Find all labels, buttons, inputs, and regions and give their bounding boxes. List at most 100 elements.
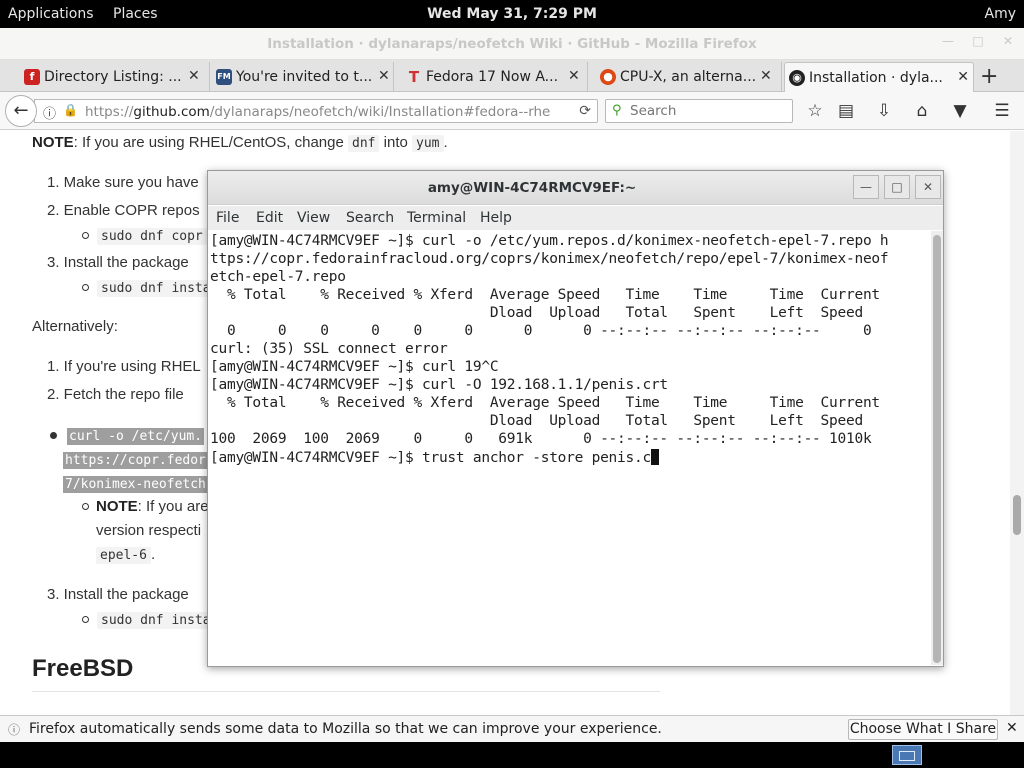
code-line: https://copr.fedor (63, 452, 208, 469)
notification-bar: ⓘ Firefox automatically sends some data … (0, 715, 1024, 742)
divider (32, 691, 660, 692)
url-text[interactable]: https://github.com/dylanaraps/neofetch/w… (85, 104, 565, 120)
search-input[interactable] (630, 103, 780, 119)
window-title: Installation · dylanaraps/neofetch Wiki … (267, 36, 757, 52)
github-icon: ◉ (789, 70, 805, 86)
tab-fedora-17[interactable]: T Fedora 17 Now A... (402, 62, 588, 92)
new-tab-icon[interactable]: + (980, 64, 998, 89)
download-icon[interactable]: ⇩ (873, 100, 895, 122)
bottom-panel (0, 742, 1024, 768)
menu-view[interactable]: View (297, 210, 330, 226)
terminal-line: [amy@WIN-4C74RMCV9EF ~]$ curl -o /etc/yu… (210, 233, 889, 249)
choose-what-i-share-button[interactable]: Choose What I Share (848, 719, 998, 740)
fedora-icon: f (24, 69, 40, 85)
reading-list-icon[interactable]: ▤ (835, 100, 857, 122)
info-icon[interactable]: ⓘ (43, 103, 56, 122)
top-panel: Applications Places Wed May 31, 7:29 PM … (0, 0, 1024, 28)
bookmark-star-icon[interactable]: ☆ (804, 100, 826, 122)
menu-terminal[interactable]: Terminal (407, 210, 466, 226)
tab-cpu-x[interactable]: ● CPU-X, an alterna... (596, 62, 782, 92)
menu-edit[interactable]: Edit (256, 210, 283, 226)
terminal-line: % Total % Received % Xferd Average Speed… (210, 287, 880, 303)
tab-close-icon[interactable]: ✕ (568, 68, 580, 84)
note-paragraph: NOTE: If you are using RHEL/CentOS, chan… (32, 134, 448, 152)
home-icon[interactable]: ⌂ (911, 100, 933, 122)
bullet (82, 232, 89, 239)
terminal-line: 100 2069 100 2069 0 0 691k 0 --:--:-- --… (210, 431, 872, 447)
menu-search[interactable]: Search (346, 210, 394, 226)
minimize-icon[interactable]: — (938, 34, 958, 52)
t-icon: T (408, 68, 420, 86)
terminal-menubar: File Edit View Search Terminal Help (208, 206, 943, 230)
back-button[interactable]: ← (5, 95, 37, 127)
tab-installation[interactable]: ◉ Installation · dyla... ✕ (784, 62, 974, 92)
list-item: 1. If you're using RHEL (47, 358, 201, 375)
menu-help[interactable]: Help (480, 210, 512, 226)
list-item: sudo dnf insta (97, 611, 215, 629)
bullet (50, 432, 57, 439)
terminal-titlebar[interactable]: amy@WIN-4C74RMCV9EF:~ — □ ✕ (208, 171, 943, 205)
workspace-switcher[interactable] (892, 745, 922, 765)
note-text: epel-6. (96, 546, 155, 564)
terminal-line: curl: (35) SSL connect error (210, 341, 448, 357)
menu-file[interactable]: File (216, 210, 239, 226)
terminal-line: [amy@WIN-4C74RMCV9EF ~]$ curl 19^C (210, 359, 499, 375)
code-line: curl -o /etc/yum. (67, 428, 205, 445)
list-item: 2. Fetch the repo file (47, 386, 184, 403)
terminal-line: % Total % Received % Xferd Average Speed… (210, 395, 880, 411)
minimize-icon[interactable]: — (853, 175, 879, 199)
terminal-line: etch-epel-7.repo (210, 269, 346, 285)
tab-close-icon[interactable]: ✕ (378, 68, 390, 84)
terminal-line: [amy@WIN-4C74RMCV9EF ~]$ curl -O 192.168… (210, 377, 668, 393)
scrollbar-thumb[interactable] (933, 235, 941, 663)
list-item: sudo dnf insta (97, 279, 215, 297)
terminal-line: Dload Upload Total Spent Left Speed (210, 413, 863, 429)
search-icon: ⚲ (612, 103, 622, 118)
list-item: 3. Install the package (47, 254, 189, 271)
window-thumbnail-icon (899, 751, 915, 761)
close-icon[interactable]: ✕ (915, 175, 941, 199)
terminal-prompt-line[interactable]: [amy@WIN-4C74RMCV9EF ~]$ trust anchor -s… (210, 449, 659, 467)
fm-icon: FM (216, 69, 232, 85)
maximize-icon[interactable]: □ (884, 175, 910, 199)
tab-close-icon[interactable]: ✕ (957, 69, 969, 85)
text-cursor (650, 449, 659, 465)
tab-close-icon[interactable]: ✕ (760, 68, 772, 84)
list-item: 3. Install the package (47, 586, 189, 603)
arrow-left-icon: ← (13, 100, 29, 121)
user-menu[interactable]: Amy (985, 6, 1017, 22)
terminal-screen[interactable]: [amy@WIN-4C74RMCV9EF ~]$ curl -o /etc/yu… (209, 231, 931, 665)
tab-bar: f Directory Listing: ... ✕ FM You're inv… (0, 60, 1024, 92)
pocket-icon[interactable]: ▼ (949, 100, 971, 122)
bullet (82, 503, 89, 510)
maximize-icon[interactable]: □ (968, 34, 988, 52)
hamburger-menu-icon[interactable]: ☰ (991, 100, 1013, 122)
url-bar[interactable]: ⓘ 🔒 https://github.com/dylanaraps/neofet… (34, 99, 598, 123)
firefox-titlebar: Installation · dylanaraps/neofetch Wiki … (0, 28, 1024, 60)
search-box[interactable]: ⚲ (605, 99, 793, 123)
terminal-line: Dload Upload Total Spent Left Speed (210, 305, 863, 321)
bullet (82, 284, 89, 291)
tab-close-icon[interactable]: ✕ (188, 68, 200, 84)
code-line: 7/konimex-neofetch (63, 476, 208, 493)
note-text: NOTE: If you are (96, 498, 209, 515)
navigation-toolbar: ⓘ 🔒 https://github.com/dylanaraps/neofet… (0, 92, 1024, 130)
terminal-line: ttps://copr.fedorainfracloud.org/coprs/k… (210, 251, 889, 267)
bullet (82, 616, 89, 623)
page-scrollbar[interactable] (1010, 131, 1024, 715)
list-item: 1. Make sure you have (47, 174, 199, 191)
tab-invited[interactable]: FM You're invited to t... (212, 62, 394, 92)
prompt-text: [amy@WIN-4C74RMCV9EF ~]$ trust anchor -s… (210, 450, 651, 466)
note-text: version respecti (96, 522, 202, 539)
scrollbar-thumb[interactable] (1013, 495, 1021, 535)
clock[interactable]: Wed May 31, 7:29 PM (0, 6, 1024, 22)
close-icon[interactable]: ✕ (998, 34, 1018, 52)
reload-icon[interactable]: ⟳ (579, 103, 591, 119)
terminal-scrollbar[interactable] (931, 231, 943, 665)
notification-text: Firefox automatically sends some data to… (29, 721, 662, 737)
tab-directory-listing[interactable]: f Directory Listing: ... (20, 62, 210, 92)
ubuntu-icon: ● (600, 69, 616, 85)
alternatively-text: Alternatively: (32, 318, 118, 335)
terminal-window[interactable]: amy@WIN-4C74RMCV9EF:~ — □ ✕ File Edit Vi… (207, 170, 944, 667)
close-icon[interactable]: ✕ (1006, 720, 1018, 736)
